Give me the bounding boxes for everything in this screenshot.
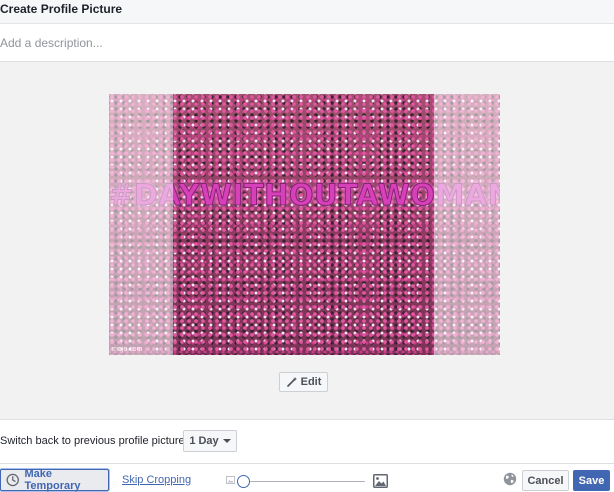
crop-area: #DAYWITHOUTAWOMAN mojo.com Edit: [0, 62, 614, 420]
duration-dropdown[interactable]: 1 Day: [183, 430, 237, 452]
photo-watermark: mojo.com: [112, 346, 143, 353]
globe-icon[interactable]: [503, 472, 517, 486]
image-small-icon: [226, 476, 235, 484]
description-field[interactable]: Add a description...: [0, 25, 614, 62]
crop-mask-right: [434, 94, 500, 355]
crop-mask-left: [109, 94, 173, 355]
profile-photo-preview[interactable]: #DAYWITHOUTAWOMAN mojo.com: [109, 94, 500, 355]
edit-label: Edit: [300, 376, 322, 388]
make-temporary-button[interactable]: Make Temporary: [0, 468, 109, 492]
description-placeholder[interactable]: Add a description...: [0, 36, 103, 50]
zoom-slider-track[interactable]: [248, 481, 365, 482]
duration-value: 1 Day: [189, 435, 219, 447]
save-button[interactable]: Save: [573, 470, 610, 491]
make-temporary-label: Make Temporary: [24, 468, 81, 492]
edit-button[interactable]: Edit: [279, 372, 328, 392]
switch-back-label: Switch back to previous profile picture …: [0, 435, 197, 447]
dialog-title: Create Profile Picture: [0, 2, 123, 16]
skip-cropping-link[interactable]: Skip Cropping: [122, 474, 191, 486]
clock-icon: [6, 473, 19, 487]
dialog-header: Create Profile Picture: [0, 0, 614, 24]
magic-wand-icon: [286, 377, 297, 387]
chevron-down-icon: [222, 439, 231, 443]
dialog-footer: Make Temporary Skip Cropping Cancel Save: [0, 465, 614, 492]
temporary-settings-row: Switch back to previous profile picture …: [0, 420, 614, 464]
zoom-slider-handle[interactable]: [237, 475, 250, 488]
cancel-button[interactable]: Cancel: [522, 470, 569, 491]
image-large-icon: [373, 474, 388, 488]
